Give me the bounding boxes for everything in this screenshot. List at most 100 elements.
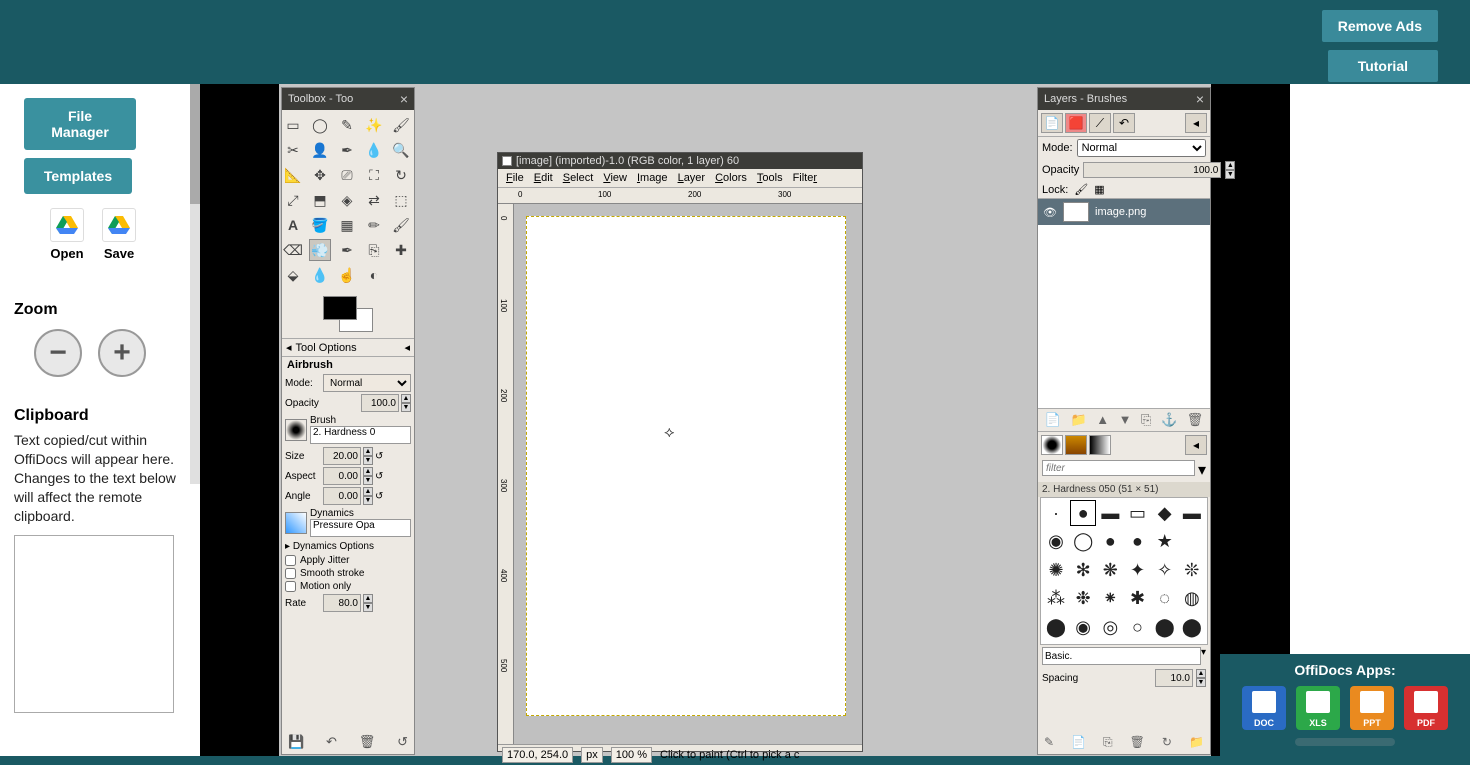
brush-cell[interactable]: ✺ xyxy=(1043,557,1069,583)
angle-reset-icon[interactable]: ↺ xyxy=(375,491,383,502)
file-manager-button[interactable]: File Manager xyxy=(24,98,136,150)
open-brush-folder-icon[interactable]: 📁 xyxy=(1189,735,1204,750)
perspective-tool-icon[interactable]: ◈ xyxy=(336,189,358,211)
brush-cell[interactable]: ✻ xyxy=(1070,557,1096,583)
perspective-clone-tool-icon[interactable]: ⬙ xyxy=(282,264,304,286)
brush-cell[interactable]: ◎ xyxy=(1097,614,1123,640)
layers-tab-icon[interactable]: 📄 xyxy=(1041,113,1063,133)
reset-preset-icon[interactable]: ↺ xyxy=(397,734,408,750)
brush-cell[interactable]: ● xyxy=(1097,529,1123,555)
layer-up-icon[interactable]: ▲ xyxy=(1096,412,1109,428)
align-tool-icon[interactable]: ⎚ xyxy=(336,164,358,186)
heal-tool-icon[interactable]: ✚ xyxy=(390,239,412,261)
app-pdf-button[interactable]: PDF xyxy=(1404,686,1448,730)
ellipse-select-tool-icon[interactable]: ◯ xyxy=(309,114,331,136)
open-item[interactable]: Open xyxy=(50,208,84,261)
cage-tool-icon[interactable]: ⬚ xyxy=(390,189,412,211)
opacity-down-icon[interactable]: ▼ xyxy=(401,403,411,412)
aspect-input[interactable] xyxy=(323,467,361,485)
ink-tool-icon[interactable]: ✒ xyxy=(336,239,358,261)
brush-cell[interactable]: ✦ xyxy=(1124,557,1150,583)
menu-view[interactable]: View xyxy=(603,172,627,184)
clipboard-textarea[interactable] xyxy=(14,535,174,713)
dynamics-thumbnail[interactable] xyxy=(285,512,307,534)
measure-tool-icon[interactable]: 📐 xyxy=(282,164,304,186)
angle-down-icon[interactable]: ▼ xyxy=(363,496,373,505)
paths-tab-icon[interactable]: ⟋ xyxy=(1089,113,1111,133)
zoom-out-button[interactable]: − xyxy=(34,329,82,377)
brush-shape-dropdown-icon[interactable]: ▾ xyxy=(1201,647,1206,665)
airbrush-tool-icon[interactable]: 💨 xyxy=(309,239,331,261)
delete-brush-icon[interactable]: 🗑 xyxy=(1130,735,1145,750)
sidebar-scrollbar[interactable] xyxy=(190,84,200,484)
text-tool-icon[interactable]: A xyxy=(282,214,304,236)
menu-image[interactable]: Image xyxy=(637,172,668,184)
ruler-vertical[interactable]: 0 100 200 300 400 500 xyxy=(498,204,514,744)
offidocs-scrollbar[interactable] xyxy=(1295,738,1395,746)
lock-pixels-icon[interactable]: 🖌 xyxy=(1074,183,1088,196)
tool-mode-select[interactable]: Normal xyxy=(323,374,411,392)
foreground-select-tool-icon[interactable]: 👤 xyxy=(309,139,331,161)
smudge-tool-icon[interactable]: ☝ xyxy=(336,264,358,286)
size-input[interactable] xyxy=(323,447,361,465)
brush-cell[interactable]: ● xyxy=(1124,529,1150,555)
brush-cell[interactable]: ⁕ xyxy=(1097,586,1123,612)
layer-group-icon[interactable]: 📁 xyxy=(1070,412,1086,428)
rate-down-icon[interactable]: ▼ xyxy=(363,603,373,612)
dodge-tool-icon[interactable]: ◐ xyxy=(363,264,385,286)
eraser-tool-icon[interactable]: ⌫ xyxy=(282,239,304,261)
dynamics-name-display[interactable]: Pressure Opa xyxy=(310,519,411,537)
rate-input[interactable] xyxy=(323,594,361,612)
remove-ads-button[interactable]: Remove Ads xyxy=(1322,10,1438,42)
brush-filter-input[interactable] xyxy=(1042,460,1195,476)
brush-cell[interactable]: ◯ xyxy=(1070,529,1096,555)
toolbox-close-icon[interactable]: × xyxy=(400,91,408,107)
delete-layer-icon[interactable]: 🗑 xyxy=(1187,412,1204,428)
app-doc-button[interactable]: DOC xyxy=(1242,686,1286,730)
foreground-color-swatch[interactable] xyxy=(323,296,357,320)
tool-options-menu-icon[interactable]: ◂ xyxy=(404,341,410,354)
brush-cell[interactable]: ⁂ xyxy=(1043,586,1069,612)
layers-title-bar[interactable]: Layers - Brushes × xyxy=(1038,88,1210,110)
save-preset-icon[interactable]: 💾 xyxy=(288,734,304,750)
layer-opacity-up-icon[interactable]: ▲ xyxy=(1225,161,1235,170)
paths-tool-icon[interactable]: ✒ xyxy=(336,139,358,161)
new-layer-icon[interactable]: 📄 xyxy=(1045,412,1061,428)
motion-only-checkbox[interactable]: Motion only xyxy=(282,580,414,593)
brush-cell[interactable] xyxy=(1179,529,1205,555)
brush-cell[interactable]: ○ xyxy=(1124,614,1150,640)
paintbrush-tool-icon[interactable]: 🖌 xyxy=(390,214,412,236)
move-tool-icon[interactable]: ✥ xyxy=(309,164,331,186)
status-zoom-select[interactable]: 100 % xyxy=(611,747,652,763)
brush-cell[interactable]: ▭ xyxy=(1124,500,1150,526)
layer-name[interactable]: image.png xyxy=(1095,206,1146,218)
gradients-tab-icon[interactable] xyxy=(1089,435,1111,455)
scissors-tool-icon[interactable]: ✂ xyxy=(282,139,304,161)
duplicate-layer-icon[interactable]: ⎘ xyxy=(1141,412,1151,428)
anchor-layer-icon[interactable]: ⚓ xyxy=(1161,412,1177,428)
layer-opacity-input[interactable] xyxy=(1083,162,1221,178)
clone-tool-icon[interactable]: ⎘ xyxy=(363,239,385,261)
brush-cell[interactable]: ◍ xyxy=(1179,586,1205,612)
brush-cell[interactable]: ★ xyxy=(1152,529,1178,555)
color-select-tool-icon[interactable]: 🖌 xyxy=(390,114,412,136)
pencil-tool-icon[interactable]: ✏ xyxy=(363,214,385,236)
smooth-stroke-checkbox[interactable]: Smooth stroke xyxy=(282,567,414,580)
layer-visibility-icon[interactable]: 👁 xyxy=(1043,206,1057,219)
zoom-tool-icon[interactable]: 🔍 xyxy=(390,139,412,161)
brush-name-display[interactable]: 2. Hardness 0 xyxy=(310,426,411,444)
channels-tab-icon[interactable]: 🟥 xyxy=(1065,113,1087,133)
menu-edit[interactable]: Edit xyxy=(534,172,553,184)
lock-alpha-icon[interactable]: ▦ xyxy=(1094,183,1104,196)
canvas-area[interactable]: ⟡ xyxy=(514,204,862,744)
brush-cell[interactable]: ✱ xyxy=(1124,586,1150,612)
flip-tool-icon[interactable]: ⇄ xyxy=(363,189,385,211)
shear-tool-icon[interactable]: ⬒ xyxy=(309,189,331,211)
brush-cell[interactable]: ◉ xyxy=(1043,529,1069,555)
restore-preset-icon[interactable]: ↶ xyxy=(326,734,337,750)
image-title-bar[interactable]: [image] (imported)-1.0 (RGB color, 1 lay… xyxy=(498,153,862,169)
layer-opacity-down-icon[interactable]: ▼ xyxy=(1225,170,1235,179)
rate-up-icon[interactable]: ▲ xyxy=(363,594,373,603)
bucket-fill-tool-icon[interactable]: 🪣 xyxy=(309,214,331,236)
dynamics-options-expand[interactable]: ▸ Dynamics Options xyxy=(282,539,414,554)
